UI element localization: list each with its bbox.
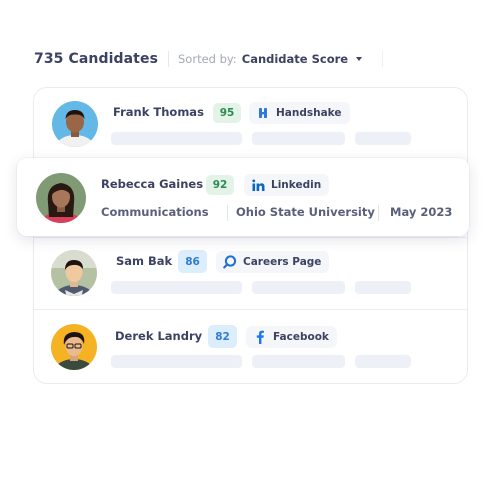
source-badge: Linkedin <box>244 174 330 196</box>
candidate-row-featured[interactable]: Rebecca Gaines 92 Linkedin Communication… <box>17 158 469 236</box>
source-label: Careers Page <box>243 256 322 268</box>
placeholder-bar <box>252 355 345 368</box>
handshake-icon <box>256 106 270 120</box>
avatar <box>36 173 86 223</box>
candidate-row[interactable]: Frank Thomas 95 Handshake <box>34 88 467 158</box>
placeholder-bar <box>252 132 345 145</box>
candidate-name[interactable]: Rebecca Gaines <box>101 177 203 191</box>
search-icon <box>223 255 237 269</box>
source-badge: Careers Page <box>216 251 330 273</box>
linkedin-icon <box>251 178 265 192</box>
source-badge: Handshake <box>249 102 350 124</box>
avatar <box>52 101 98 147</box>
candidate-school: Ohio State University <box>236 205 375 219</box>
detail-divider <box>227 205 228 221</box>
sort-label: Sorted by: <box>178 52 237 66</box>
candidate-row[interactable]: Derek Landry 82 Facebook <box>34 309 467 383</box>
toolbar-divider <box>168 51 169 67</box>
placeholder-bar <box>111 132 242 145</box>
caret-down-icon <box>356 57 363 61</box>
detail-divider <box>378 205 379 221</box>
score-badge: 95 <box>213 103 241 123</box>
toolbar-divider <box>382 51 384 67</box>
sort-dropdown[interactable]: Sorted by: Candidate Score <box>178 52 363 66</box>
placeholder-bar <box>355 355 411 368</box>
source-label: Facebook <box>273 331 329 343</box>
candidate-major: Communications <box>101 205 209 219</box>
placeholder-bar <box>355 281 411 294</box>
score-badge: 92 <box>206 175 234 195</box>
candidate-count: 735 Candidates <box>34 51 158 67</box>
avatar <box>51 250 97 296</box>
source-badge: Facebook <box>246 326 337 348</box>
candidate-name[interactable]: Frank Thomas <box>113 105 204 119</box>
sort-value: Candidate Score <box>241 52 349 66</box>
candidate-name[interactable]: Derek Landry <box>115 329 202 343</box>
placeholder-bar <box>252 281 345 294</box>
source-label: Handshake <box>276 107 342 119</box>
graduation-date: May 2023 <box>390 205 453 219</box>
placeholder-bar <box>111 355 242 368</box>
placeholder-bar <box>111 281 242 294</box>
placeholder-bar <box>355 132 411 145</box>
candidate-name[interactable]: Sam Bak <box>116 254 172 268</box>
source-label: Linkedin <box>271 179 322 191</box>
score-badge: 86 <box>178 250 207 273</box>
score-badge: 82 <box>208 325 237 348</box>
results-toolbar: 735 Candidates Sorted by: Candidate Scor… <box>34 48 474 70</box>
avatar <box>51 324 97 370</box>
candidate-row[interactable]: Sam Bak 86 Careers Page <box>34 237 467 309</box>
facebook-icon <box>253 330 267 344</box>
